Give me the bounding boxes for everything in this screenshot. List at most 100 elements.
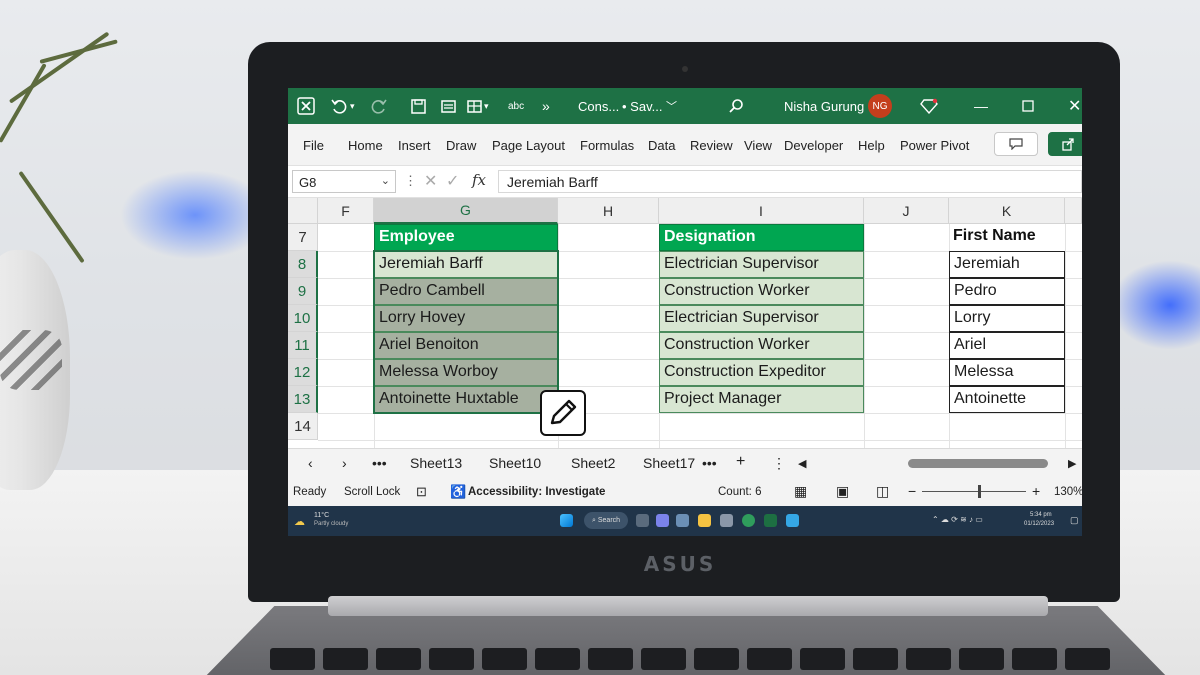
app-taskbar-icon[interactable] [786, 514, 799, 527]
row-header-12[interactable]: 12 [288, 359, 318, 386]
confirm-entry-icon[interactable]: ✓ [446, 171, 459, 191]
first-name-cell[interactable]: Antoinette [949, 386, 1065, 413]
sheet-tab[interactable]: Sheet10 [489, 455, 541, 471]
column-header-g[interactable]: G [374, 198, 558, 224]
table-icon[interactable] [466, 88, 483, 124]
row-header-8[interactable]: 8 [288, 251, 318, 278]
edge-browser-icon[interactable] [742, 514, 755, 527]
undo-icon[interactable] [330, 88, 348, 124]
formula-input[interactable]: Jeremiah Barff [498, 170, 1082, 193]
zoom-out-button[interactable]: − [908, 483, 916, 499]
designation-cell[interactable]: Electrician Supervisor [659, 251, 864, 278]
horizontal-scrollbar[interactable] [908, 459, 1048, 468]
excel-taskbar-icon[interactable] [764, 514, 777, 527]
first-name-cell[interactable]: Lorry [949, 305, 1065, 332]
clock-date[interactable]: 01/12/2023 [1024, 521, 1054, 527]
premium-diamond-icon[interactable] [920, 88, 938, 124]
tab-home[interactable]: Home [348, 138, 383, 153]
cancel-entry-icon[interactable]: ✕ [424, 171, 437, 191]
tab-file[interactable]: File [303, 138, 324, 153]
designation-cell[interactable]: Project Manager [659, 386, 864, 413]
more-sheets-right[interactable]: ••• [702, 455, 717, 471]
macro-recording-icon[interactable]: ⊡ [416, 484, 427, 500]
tab-view[interactable]: View [744, 138, 772, 153]
tab-review[interactable]: Review [690, 138, 733, 153]
table-dropdown-icon[interactable]: ▾ [484, 88, 489, 124]
weather-desc[interactable]: Partly cloudy [314, 521, 348, 527]
tab-help[interactable]: Help [858, 138, 885, 153]
row-header-10[interactable]: 10 [288, 305, 318, 332]
add-sheet-button[interactable]: + [736, 453, 745, 471]
notification-icon[interactable]: ▢ [1070, 515, 1079, 526]
employee-cell[interactable]: Pedro Cambell [374, 278, 558, 305]
row-header-13[interactable]: 13 [288, 386, 318, 413]
tray-icons[interactable]: ⌃ ☁ ⟳ ≋ ♪ ▭ [932, 515, 983, 524]
first-name-cell[interactable]: Pedro [949, 278, 1065, 305]
spelling-icon[interactable]: abc [508, 88, 524, 124]
more-commands-icon[interactable]: » [542, 88, 550, 124]
zoom-slider-track[interactable] [922, 491, 1026, 492]
avatar[interactable]: NG [868, 94, 892, 118]
zoom-level[interactable]: 130% [1054, 486, 1082, 498]
employee-cell[interactable]: Ariel Benoiton [374, 332, 558, 359]
tab-power-pivot[interactable]: Power Pivot [900, 138, 969, 153]
search-icon[interactable] [728, 88, 744, 124]
name-box[interactable]: G8 ⌄ [292, 170, 396, 193]
file-explorer-icon[interactable] [698, 514, 711, 527]
scroll-sheets-left-icon[interactable]: ‹ [308, 455, 313, 471]
weather-temp[interactable]: 11°C [314, 512, 329, 519]
designation-header-cell[interactable]: Designation [659, 224, 864, 251]
column-header-f[interactable]: F [318, 198, 374, 224]
sheet-tab[interactable]: Sheet2 [571, 455, 615, 471]
designation-cell[interactable]: Construction Worker [659, 278, 864, 305]
normal-view-icon[interactable]: ▦ [794, 483, 807, 500]
count-summary[interactable]: Count: 6 [718, 486, 761, 498]
column-header-k[interactable]: K [949, 198, 1065, 224]
close-icon[interactable]: ✕ [1068, 88, 1081, 124]
column-header-partial[interactable] [1065, 198, 1082, 224]
first-name-cell[interactable]: Melessa [949, 359, 1065, 386]
first-name-header-cell[interactable]: First Name [949, 224, 1065, 251]
maximize-icon[interactable] [1022, 88, 1034, 124]
row-header-7[interactable]: 7 [288, 224, 318, 251]
doc-options-chevron-icon[interactable]: ﹀ [666, 88, 677, 124]
weather-icon[interactable]: ☁ [294, 515, 305, 528]
scroll-sheets-right-icon[interactable]: › [342, 455, 347, 471]
save-status[interactable]: • Sav... [622, 88, 662, 124]
clock-time[interactable]: 5:34 pm [1030, 512, 1052, 518]
page-layout-view-icon[interactable]: ▣ [836, 483, 849, 500]
task-view-icon[interactable] [636, 514, 649, 527]
redo-icon[interactable] [370, 88, 388, 124]
widgets-icon[interactable] [676, 514, 689, 527]
scroll-left-arrow-icon[interactable]: ◀ [798, 457, 806, 470]
tab-page-layout[interactable]: Page Layout [492, 138, 565, 153]
employee-cell[interactable]: Melessa Worboy [374, 359, 558, 386]
sheet-options-button[interactable]: ⋮ [772, 455, 786, 472]
column-header-i[interactable]: I [659, 198, 864, 224]
tab-draw[interactable]: Draw [446, 138, 476, 153]
more-sheets-left[interactable]: ••• [372, 455, 387, 471]
windows-start-icon[interactable] [560, 514, 573, 527]
share-button[interactable] [1048, 132, 1082, 156]
employee-cell[interactable]: Antoinette Huxtable [374, 386, 558, 413]
scroll-right-arrow-icon[interactable]: ▶ [1068, 457, 1076, 470]
designation-cell[interactable]: Construction Expeditor [659, 359, 864, 386]
designation-cell[interactable]: Construction Worker [659, 332, 864, 359]
zoom-slider-thumb[interactable] [978, 485, 981, 498]
employee-cell[interactable]: Lorry Hovey [374, 305, 558, 332]
teams-chat-icon[interactable] [656, 514, 669, 527]
column-header-h[interactable]: H [558, 198, 659, 224]
row-header-11[interactable]: 11 [288, 332, 318, 359]
designation-cell[interactable]: Electrician Supervisor [659, 305, 864, 332]
insert-function-icon[interactable]: fx [472, 171, 486, 189]
taskbar-search[interactable]: ⌕ Search [584, 512, 628, 529]
save-icon[interactable] [410, 88, 427, 124]
employee-header-cell[interactable]: Employee [374, 224, 558, 251]
accessibility-status[interactable]: Accessibility: Investigate [468, 486, 605, 498]
formula-bar-options-icon[interactable]: ⋮ [404, 173, 417, 189]
comments-button[interactable] [994, 132, 1038, 156]
form-icon[interactable] [440, 88, 457, 124]
first-name-cell[interactable]: Jeremiah [949, 251, 1065, 278]
store-icon[interactable] [720, 514, 733, 527]
first-name-cell[interactable]: Ariel [949, 332, 1065, 359]
